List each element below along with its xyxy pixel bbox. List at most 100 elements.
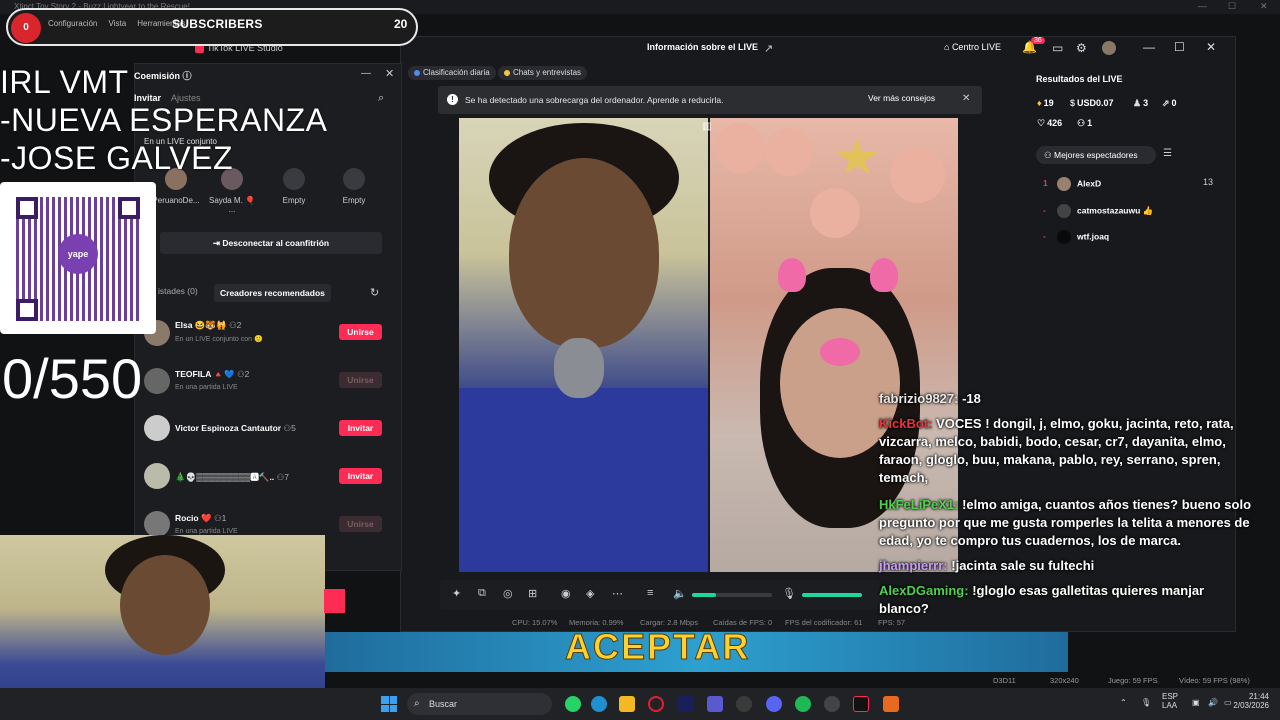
fps-stat: FPS: 57 [878, 618, 906, 627]
share-icon[interactable]: ↗ [764, 42, 773, 55]
minimize-icon[interactable]: — [361, 68, 371, 79]
viewer-row[interactable]: - catmostazauwu 👍 [1043, 204, 1153, 218]
effects-icon[interactable]: ◎ [503, 587, 513, 600]
chat-text: !jacinta sale su fultechi [947, 558, 1095, 573]
stat-likes: ♡ 426 [1037, 118, 1062, 129]
app-icon[interactable] [736, 696, 752, 712]
invite-button[interactable]: Invitar [339, 420, 382, 436]
opera-icon[interactable] [648, 696, 664, 712]
audition-icon[interactable] [678, 696, 694, 712]
viewer-name: AlexD [1077, 178, 1102, 189]
microphone-icon[interactable]: 🎙 [782, 587, 796, 600]
layout-icon[interactable]: ▥ [702, 121, 711, 132]
stat-followers: ⚇ 1 [1077, 118, 1092, 129]
minimize-icon[interactable]: — [1198, 1, 1207, 11]
viewer-row[interactable]: - wtf.joaq [1043, 230, 1109, 244]
tab-friends[interactable]: istades (0) [158, 286, 198, 296]
camera-icon[interactable]: ◈ [586, 587, 594, 600]
invite-button[interactable]: Invitar [339, 468, 382, 484]
list-icon[interactable]: ☰ [1163, 148, 1172, 159]
maximize-icon[interactable]: ☐ [1228, 1, 1236, 12]
refresh-icon[interactable]: ↻ [370, 286, 379, 299]
close-icon[interactable]: ✕ [962, 93, 970, 104]
chat-text: VOCES ! dongil, j, elmo, goku, jacinta, … [932, 416, 1234, 431]
subscribers-title: SUBSCRIBERS [172, 17, 263, 31]
speaker-icon[interactable]: 🔈 [673, 587, 687, 600]
chat-username: AlexDGaming: [879, 583, 969, 598]
viewer-name: catmostazauwu 👍 [1077, 205, 1154, 216]
join-button[interactable]: Unirse [339, 324, 382, 340]
minimize-icon[interactable]: — [1143, 40, 1155, 54]
chip-chats[interactable]: Chats y entrevistas [498, 66, 588, 80]
pig-nose-filter [820, 338, 860, 366]
people-icon: ♟ [1133, 98, 1142, 108]
spotify-icon[interactable] [795, 696, 811, 712]
video-jersey [459, 388, 708, 572]
close-icon[interactable]: ✕ [1260, 1, 1268, 12]
slot-name: Empty [342, 196, 366, 205]
warning-text: Se ha detectado una sobrecarga del orden… [465, 95, 724, 105]
creator-name: Rocio ❤️ ⚇1 [175, 513, 226, 524]
menu-item[interactable]: Vista [109, 19, 127, 28]
crop-icon[interactable]: ⧉ [478, 587, 486, 600]
maximize-icon[interactable]: ☐ [1174, 40, 1185, 54]
upload-stat: Cargar: 2.8 Mbps [640, 618, 698, 627]
qr-corner [16, 299, 38, 321]
search-icon[interactable]: ⌕ [378, 92, 384, 105]
cohost-slot-empty[interactable]: Empty [270, 168, 318, 205]
tab-recommended[interactable]: Creadores recomendados [214, 284, 331, 302]
stat-usd: $ USD0.07 [1070, 98, 1114, 108]
tiktok-icon[interactable] [853, 696, 869, 712]
join-button[interactable]: Unirse [339, 516, 382, 532]
balloon [890, 148, 945, 203]
taskbar-search[interactable]: ⌕ Buscar [407, 693, 552, 715]
info-icon[interactable]: ⓘ [183, 71, 192, 81]
discord-icon[interactable] [766, 696, 782, 712]
disconnect-cohost-button[interactable]: ⇥ Desconectar al coanfitrión [160, 232, 382, 254]
more-tips-button[interactable]: Ver más consejos [868, 93, 935, 103]
chip-daily-ranking[interactable]: Clasificación diaria [408, 66, 496, 80]
whatsapp-icon[interactable] [565, 696, 581, 712]
battery-icon[interactable]: ▭ [1224, 698, 1232, 707]
settings-sliders-icon[interactable]: ≡ [647, 587, 653, 599]
chat-message: pregunto por que me gusta romperles la t… [879, 514, 1250, 532]
avatar[interactable] [1102, 41, 1116, 55]
close-icon[interactable]: ✕ [1206, 40, 1216, 54]
volume-icon[interactable]: 🔊 [1208, 698, 1218, 707]
edge-icon[interactable] [591, 696, 607, 712]
folder-icon[interactable] [619, 696, 635, 712]
network-icon[interactable]: ▣ [1192, 698, 1200, 707]
windows-start-icon[interactable] [381, 696, 397, 712]
streamlabs-icon[interactable] [883, 696, 899, 712]
live-info-title[interactable]: Información sobre el LIVE [647, 42, 758, 52]
viewer-row[interactable]: 1 AlexD [1043, 177, 1101, 191]
resolution-label: 320x240 [1050, 676, 1079, 685]
clock[interactable]: 21:44 2/03/2026 [1233, 692, 1269, 710]
join-button[interactable]: Unirse [339, 372, 382, 388]
gear-icon[interactable]: ⚙ [1076, 41, 1087, 55]
cohost-slot-empty[interactable]: Empty [330, 168, 378, 205]
centro-live-button[interactable]: ⌂ Centro LIVE [944, 42, 1001, 52]
magic-wand-icon[interactable]: ✦ [452, 587, 461, 600]
record-icon[interactable]: ◉ [561, 587, 571, 600]
viewer-count-value: 7 [284, 472, 289, 482]
more-icon[interactable]: ⋯ [612, 587, 623, 600]
teams-icon[interactable] [707, 696, 723, 712]
search-label: Buscar [429, 699, 458, 709]
mic-volume-slider[interactable] [802, 593, 862, 597]
disconnect-label: Desconectar al coanfitrión [222, 238, 330, 248]
chevron-up-icon[interactable]: ⌃ [1120, 698, 1127, 707]
obs-icon[interactable] [824, 696, 840, 712]
language-indicator[interactable]: ESP LAA [1162, 692, 1178, 710]
chat-message: temach, [879, 469, 928, 487]
chat-message: faraon, gloglo, buu, makana, pablo, rey,… [879, 451, 1220, 469]
video-face [120, 555, 210, 655]
microphone-tray-icon[interactable]: 🎙 [1141, 698, 1151, 707]
volume-slider[interactable] [692, 593, 772, 597]
slot-name: PeruanoDe... [152, 196, 200, 205]
message-icon[interactable]: ▭ [1052, 41, 1063, 55]
top-viewers-button[interactable]: ⚇ Mejores espectadores [1036, 146, 1156, 164]
menu-item[interactable]: Configuración [48, 19, 97, 28]
close-icon[interactable]: ✕ [385, 67, 394, 80]
add-source-icon[interactable]: ⊞ [528, 587, 537, 600]
